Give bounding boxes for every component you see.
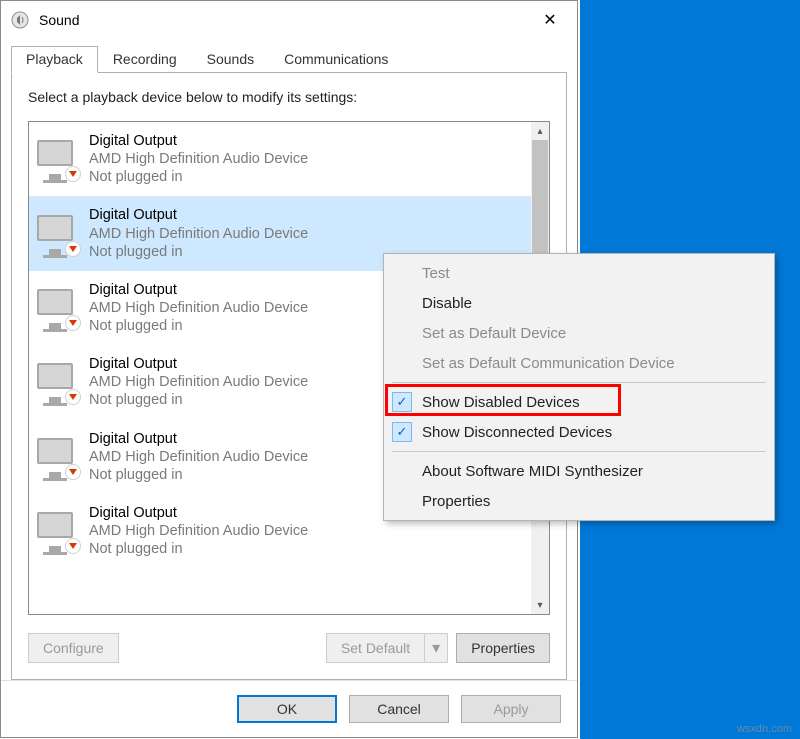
device-text: Digital OutputAMD High Definition Audio …: [89, 504, 308, 558]
check-icon: ✓: [392, 392, 412, 412]
set-default-split-button[interactable]: Set Default ▾: [326, 633, 448, 663]
set-default-button[interactable]: Set Default: [326, 633, 424, 663]
tabstrip: Playback Recording Sounds Communications: [11, 45, 567, 73]
monitor-icon: [37, 438, 77, 476]
device-status: Not plugged in: [89, 540, 308, 558]
unplugged-badge-icon: [65, 241, 81, 257]
tab-playback[interactable]: Playback: [11, 46, 98, 73]
device-name: Digital Output: [89, 281, 308, 299]
context-menu-label: Properties: [422, 493, 490, 510]
context-menu-item[interactable]: Disable: [386, 288, 772, 318]
device-item[interactable]: Digital OutputAMD High Definition Audio …: [29, 122, 531, 196]
context-menu-item[interactable]: ✓ Show Disabled Devices: [386, 387, 772, 417]
device-subtitle: AMD High Definition Audio Device: [89, 150, 308, 168]
device-subtitle: AMD High Definition Audio Device: [89, 522, 308, 540]
monitor-icon: [37, 215, 77, 253]
close-button[interactable]: ✕: [527, 4, 573, 36]
context-menu-label: Disable: [422, 295, 472, 312]
device-status: Not plugged in: [89, 391, 308, 409]
titlebar: Sound ✕: [1, 1, 577, 39]
window-title: Sound: [39, 12, 527, 28]
monitor-icon: [37, 140, 77, 178]
context-menu-separator: [392, 382, 766, 383]
context-menu-item: Test: [386, 258, 772, 288]
context-menu-label: About Software MIDI Synthesizer: [422, 463, 643, 480]
unplugged-badge-icon: [65, 166, 81, 182]
tab-communications[interactable]: Communications: [269, 46, 403, 72]
device-status: Not plugged in: [89, 168, 308, 186]
monitor-icon: [37, 289, 77, 327]
apply-button[interactable]: Apply: [461, 695, 561, 723]
device-status: Not plugged in: [89, 243, 308, 261]
scroll-up-button[interactable]: ▴: [531, 122, 549, 140]
context-menu-label: Show Disconnected Devices: [422, 424, 612, 441]
scroll-down-button[interactable]: ▾: [531, 596, 549, 614]
context-menu-item[interactable]: About Software MIDI Synthesizer: [386, 456, 772, 486]
device-subtitle: AMD High Definition Audio Device: [89, 448, 308, 466]
configure-button[interactable]: Configure: [28, 633, 119, 663]
context-menu-item: Set as Default Device: [386, 318, 772, 348]
context-menu-item[interactable]: ✓ Show Disconnected Devices: [386, 417, 772, 447]
check-icon: ✓: [392, 422, 412, 442]
unplugged-badge-icon: [65, 464, 81, 480]
cancel-button[interactable]: Cancel: [349, 695, 449, 723]
context-menu-item: Set as Default Communication Device: [386, 348, 772, 378]
context-menu-label: Show Disabled Devices: [422, 394, 580, 411]
tab-recording[interactable]: Recording: [98, 46, 192, 72]
unplugged-badge-icon: [65, 538, 81, 554]
properties-button[interactable]: Properties: [456, 633, 550, 663]
context-menu: Test Disable Set as Default Device Set as D…: [383, 253, 775, 521]
device-name: Digital Output: [89, 430, 308, 448]
device-name: Digital Output: [89, 132, 308, 150]
device-subtitle: AMD High Definition Audio Device: [89, 299, 308, 317]
ok-button[interactable]: OK: [237, 695, 337, 723]
monitor-icon: [37, 512, 77, 550]
dialog-action-row: OK Cancel Apply: [1, 680, 577, 737]
set-default-dropdown[interactable]: ▾: [424, 633, 448, 663]
context-menu-item[interactable]: Properties: [386, 486, 772, 516]
device-text: Digital OutputAMD High Definition Audio …: [89, 281, 308, 335]
device-status: Not plugged in: [89, 317, 308, 335]
context-menu-label: Test: [422, 265, 450, 282]
device-name: Digital Output: [89, 355, 308, 373]
tab-sounds[interactable]: Sounds: [192, 46, 269, 72]
device-name: Digital Output: [89, 504, 308, 522]
device-text: Digital OutputAMD High Definition Audio …: [89, 355, 308, 409]
device-text: Digital OutputAMD High Definition Audio …: [89, 206, 308, 260]
device-status: Not plugged in: [89, 466, 308, 484]
device-text: Digital OutputAMD High Definition Audio …: [89, 430, 308, 484]
context-menu-separator: [392, 451, 766, 452]
context-menu-label: Set as Default Device: [422, 325, 566, 342]
device-subtitle: AMD High Definition Audio Device: [89, 225, 308, 243]
instruction-label: Select a playback device below to modify…: [28, 89, 550, 105]
device-text: Digital OutputAMD High Definition Audio …: [89, 132, 308, 186]
context-menu-label: Set as Default Communication Device: [422, 355, 675, 372]
sound-icon: [11, 10, 31, 30]
monitor-icon: [37, 363, 77, 401]
device-subtitle: AMD High Definition Audio Device: [89, 373, 308, 391]
unplugged-badge-icon: [65, 315, 81, 331]
watermark: wsxdn.com: [737, 723, 792, 735]
device-button-row: Configure Set Default ▾ Properties: [28, 633, 550, 663]
device-name: Digital Output: [89, 206, 308, 224]
unplugged-badge-icon: [65, 389, 81, 405]
